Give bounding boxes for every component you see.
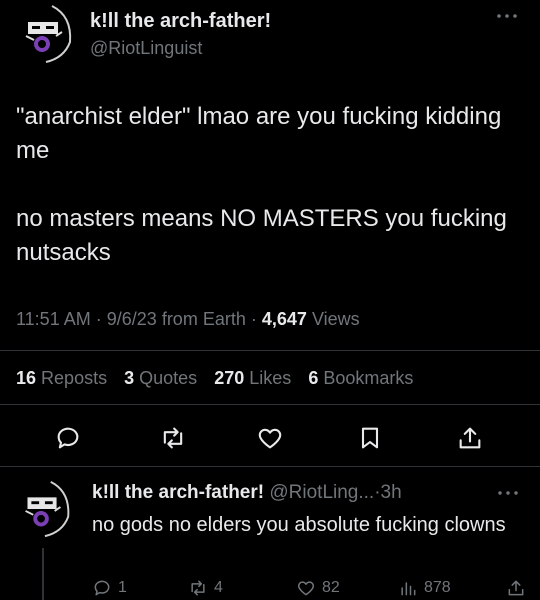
thread-line	[42, 548, 44, 600]
reply-views-button[interactable]: 878	[398, 578, 451, 598]
author-handle[interactable]: @RiotLinguist	[90, 38, 202, 59]
reply-author-avatar[interactable]	[12, 478, 74, 540]
reply-text: no gods no elders you absolute fucking c…	[92, 514, 506, 536]
action-bar	[0, 420, 540, 456]
reply-action-bar: 1 4 82 878	[92, 578, 532, 600]
engagement-stats: 16 Reposts 3 Quotes 270 Likes 6 Bookmark…	[16, 368, 425, 389]
quotes-stat[interactable]: 3 Quotes	[124, 368, 197, 388]
likes-stat[interactable]: 270 Likes	[214, 368, 291, 388]
author-display-name[interactable]: k!ll the arch-father!	[90, 10, 271, 33]
reply-repost-button[interactable]: 4	[188, 578, 223, 598]
reply-repost-count: 4	[214, 579, 223, 596]
tweet-paragraph: no masters means NO MASTERS you fucking …	[16, 205, 507, 266]
reply-reply-button[interactable]: 1	[92, 578, 127, 598]
tweet-text: "anarchist elder" lmao are you fucking k…	[16, 100, 526, 270]
reply-like-button[interactable]: 82	[296, 578, 340, 598]
divider	[0, 466, 540, 467]
meta-separator: ·	[250, 309, 257, 329]
repost-icon	[191, 580, 205, 596]
share-icon[interactable]	[452, 420, 488, 456]
share-icon	[508, 580, 524, 596]
author-avatar[interactable]	[12, 2, 76, 66]
tweet-paragraph: "anarchist elder" lmao are you fucking k…	[16, 103, 502, 164]
avatar-image	[12, 2, 76, 66]
tweet-date[interactable]: 9/6/23	[107, 309, 157, 329]
bookmark-icon[interactable]	[352, 420, 388, 456]
bookmarks-stat[interactable]: 6 Bookmarks	[308, 368, 413, 388]
repost-icon[interactable]	[155, 420, 191, 456]
divider	[0, 404, 540, 405]
more-options-icon[interactable]	[494, 8, 520, 24]
views-count: 4,647	[261, 309, 307, 329]
like-icon[interactable]	[252, 420, 288, 456]
divider	[0, 350, 540, 351]
reply-views-count: 878	[424, 579, 451, 596]
reply-like-count: 82	[322, 579, 340, 596]
reply-header: k!ll the arch-father! @RiotLing...·3h	[92, 482, 402, 504]
reply-author-name[interactable]: k!ll the arch-father!	[92, 482, 264, 503]
tweet-source: from Earth	[161, 309, 246, 329]
reply-icon[interactable]	[50, 420, 86, 456]
avatar-image	[12, 478, 74, 540]
reply-share-button[interactable]	[506, 578, 526, 598]
reply-author-handle[interactable]: @RiotLing...	[269, 482, 374, 503]
views-label: Views	[311, 309, 360, 329]
reposts-stat[interactable]: 16 Reposts	[16, 368, 107, 388]
tweet-time[interactable]: 11:51 AM	[16, 309, 91, 329]
meta-separator: ·	[95, 309, 102, 329]
tweet-meta: 11:51 AM · 9/6/23 from Earth · 4,647 Vie…	[16, 309, 360, 330]
reply-more-options-icon[interactable]	[496, 486, 520, 500]
reply-reply-count: 1	[118, 579, 127, 596]
views-icon	[401, 582, 416, 596]
reply-time[interactable]: 3h	[381, 482, 402, 503]
reply-icon	[94, 580, 110, 596]
like-icon	[297, 581, 315, 596]
